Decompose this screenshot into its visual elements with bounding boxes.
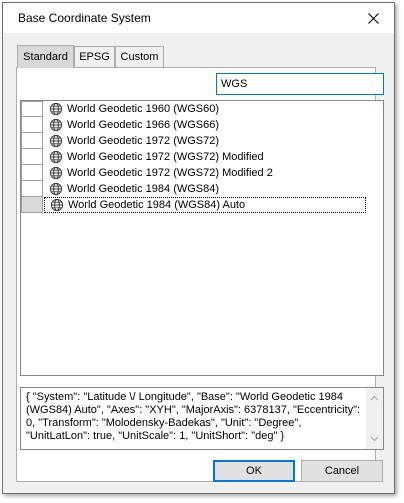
- tab-standard[interactable]: Standard: [17, 45, 74, 68]
- list-item-label: World Geodetic 1984 (WGS84): [67, 183, 220, 195]
- list-item[interactable]: World Geodetic 1972 (WGS72) Modified: [21, 149, 366, 165]
- list-item-label: World Geodetic 1960 (WGS60): [67, 103, 220, 115]
- row-header[interactable]: [21, 101, 43, 117]
- ok-button-label: OK: [246, 465, 262, 477]
- list-item-label: World Geodetic 1972 (WGS72): [67, 135, 220, 147]
- row-header[interactable]: [21, 117, 43, 133]
- globe-icon: [49, 102, 63, 116]
- scroll-up-arrow-icon[interactable]: [370, 394, 379, 403]
- list-item-cell[interactable]: World Geodetic 1972 (WGS72): [44, 133, 366, 149]
- coordinate-system-list[interactable]: World Geodetic 1960 (WGS60) World Geodeti…: [20, 100, 384, 376]
- row-header[interactable]: [21, 181, 43, 197]
- description-scrollbar[interactable]: [366, 388, 383, 449]
- cancel-button[interactable]: Cancel: [301, 460, 383, 482]
- tab-custom[interactable]: Custom: [115, 46, 164, 67]
- list-item[interactable]: World Geodetic 1984 (WGS84): [21, 181, 366, 197]
- row-header[interactable]: [21, 165, 43, 181]
- scroll-down-arrow-icon[interactable]: [370, 434, 379, 443]
- list-item[interactable]: World Geodetic 1972 (WGS72) Modified 2: [21, 165, 366, 181]
- tab-standard-label: Standard: [23, 51, 68, 63]
- title-bar: Base Coordinate System: [3, 3, 394, 33]
- globe-icon: [49, 134, 63, 148]
- globe-icon: [49, 118, 63, 132]
- tab-custom-label: Custom: [120, 51, 159, 63]
- list-item[interactable]: World Geodetic 1972 (WGS72): [21, 133, 366, 149]
- tab-epsg[interactable]: EPSG: [74, 46, 115, 67]
- description-text: { "System": "Latitude \/ Longitude", "Ba…: [26, 391, 361, 442]
- list-item-label: World Geodetic 1966 (WGS66): [67, 119, 220, 131]
- list-item-label: World Geodetic 1984 (WGS84) Auto: [68, 199, 246, 211]
- row-header[interactable]: [21, 149, 43, 165]
- window-title: Base Coordinate System: [18, 11, 151, 25]
- close-button[interactable]: [352, 3, 394, 33]
- list-item-cell[interactable]: World Geodetic 1984 (WGS84): [44, 181, 366, 197]
- list-item-cell[interactable]: World Geodetic 1972 (WGS72) Modified 2: [44, 165, 366, 181]
- list-item-label: World Geodetic 1972 (WGS72) Modified: [67, 151, 264, 163]
- list-item[interactable]: World Geodetic 1966 (WGS66): [21, 117, 366, 133]
- row-header[interactable]: [21, 197, 43, 213]
- list-item-cell[interactable]: World Geodetic 1966 (WGS66): [44, 117, 366, 133]
- search-input[interactable]: [216, 73, 384, 95]
- globe-icon: [49, 182, 63, 196]
- list-item-cell[interactable]: World Geodetic 1984 (WGS84) Auto: [44, 197, 366, 213]
- globe-icon: [49, 166, 63, 180]
- ok-button[interactable]: OK: [213, 460, 295, 482]
- description-box[interactable]: { "System": "Latitude \/ Longitude", "Ba…: [20, 387, 384, 450]
- list-item[interactable]: World Geodetic 1960 (WGS60): [21, 101, 366, 117]
- list-item-cell[interactable]: World Geodetic 1960 (WGS60): [44, 101, 366, 117]
- row-header[interactable]: [21, 133, 43, 149]
- tab-epsg-label: EPSG: [79, 51, 110, 63]
- list-item[interactable]: World Geodetic 1984 (WGS84) Auto: [21, 197, 366, 213]
- close-icon: [367, 12, 379, 24]
- globe-icon: [50, 198, 64, 212]
- list-item-label: World Geodetic 1972 (WGS72) Modified 2: [67, 167, 273, 179]
- globe-icon: [49, 150, 63, 164]
- list-item-cell[interactable]: World Geodetic 1972 (WGS72) Modified: [44, 149, 366, 165]
- cancel-button-label: Cancel: [324, 465, 360, 477]
